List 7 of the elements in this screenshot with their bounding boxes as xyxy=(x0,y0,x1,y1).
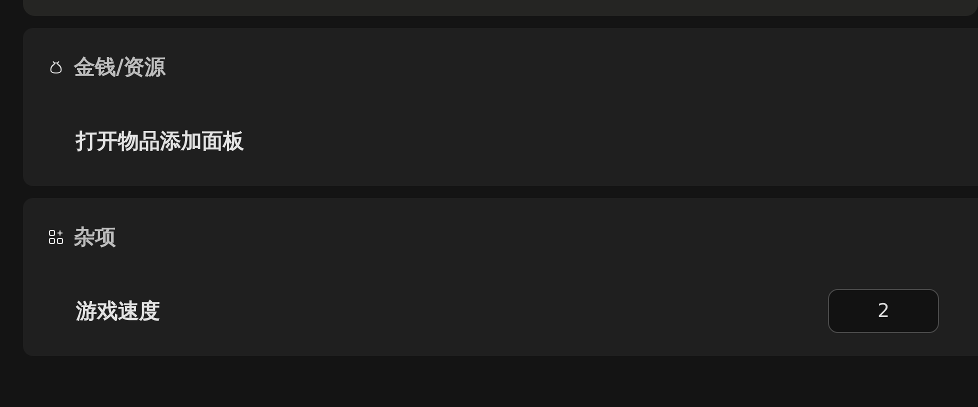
money-bag-icon xyxy=(48,59,64,75)
section-title: 杂项 xyxy=(74,224,116,251)
section-title: 金钱/资源 xyxy=(74,54,166,81)
number-field[interactable]: 2 xyxy=(828,289,939,333)
setting-label: 游戏速度 xyxy=(76,298,161,325)
setting-label[interactable]: 打开物品添加面板 xyxy=(76,127,978,155)
apps-icon xyxy=(48,229,64,245)
